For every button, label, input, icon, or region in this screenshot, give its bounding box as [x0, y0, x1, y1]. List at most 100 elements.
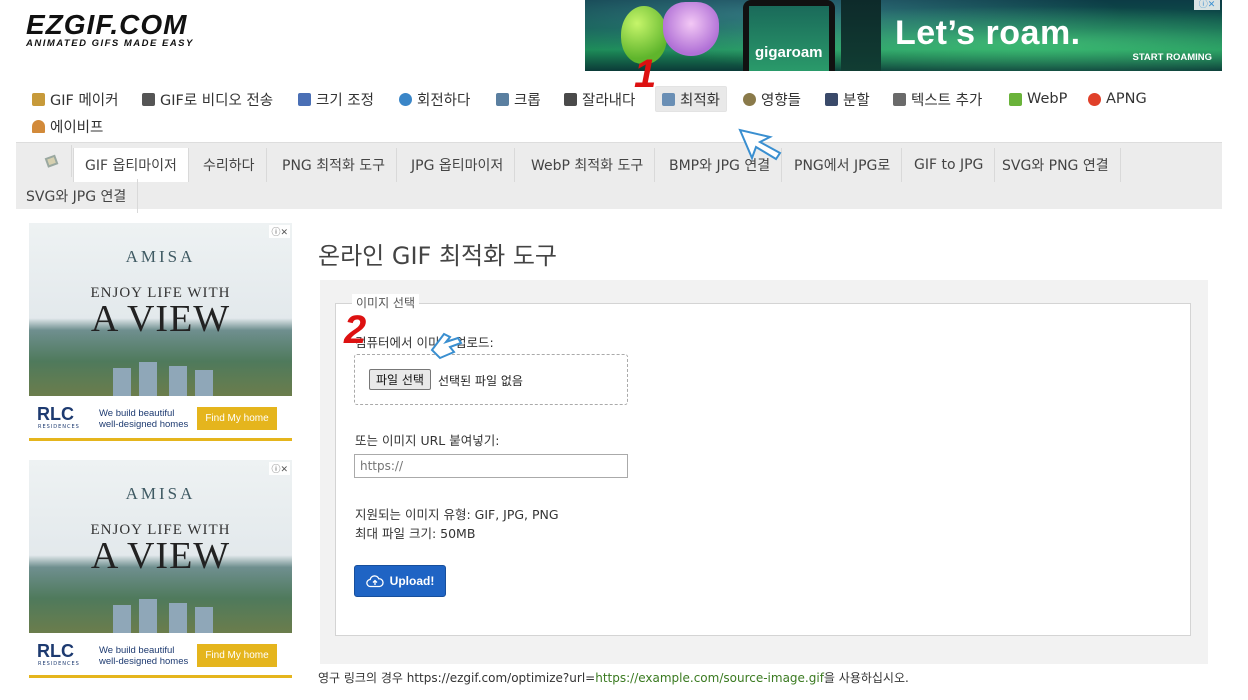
nav-item-label: GIF 메이커 [50, 92, 119, 109]
sub-nav-svg-to-jpg[interactable]: SVG와 JPG 연결 [15, 179, 139, 213]
nav-item-split[interactable]: 분할 [819, 86, 876, 112]
ad-company-sub: RESIDENCES [38, 661, 80, 667]
url-label: 또는 이미지 URL 붙여넣기: [355, 433, 500, 448]
logo-subtitle: ANIMATED GIFS MADE EASY [26, 38, 194, 49]
add-text-icon [893, 92, 906, 106]
ad-tagline: We build beautiful well-designed homes [99, 408, 188, 430]
ad-building [195, 607, 213, 633]
ad-building [195, 370, 213, 396]
resize-icon [298, 92, 311, 106]
nav-item-gif-maker[interactable]: GIF 메이커 [26, 86, 124, 112]
optimize-tool-icon [44, 154, 58, 168]
pink-balloon-image [663, 2, 719, 56]
ad-building [113, 605, 131, 633]
optimize-icon [662, 92, 675, 106]
ad-close-icon[interactable]: ⓘ✕ [269, 462, 290, 475]
ad-find-home-button[interactable]: Find My home [197, 644, 277, 667]
nav-item-label: 크롭 [514, 92, 541, 109]
image-url-input[interactable] [354, 454, 628, 478]
second-phone-image [841, 0, 881, 71]
nav-item-resize[interactable]: 크기 조정 [292, 86, 380, 112]
nav-item-video-to-gif[interactable]: GIF로 비디오 전송 [136, 86, 279, 112]
permalink-example-link[interactable]: https://example.com/source-image.gif [595, 671, 824, 685]
side-ad-top[interactable]: AMISA ENJOY LIFE WITH A VIEW RLC RESIDEN… [29, 223, 292, 443]
ad-building [139, 599, 157, 633]
ad-divider [29, 438, 292, 441]
nav-item-label: 분할 [843, 92, 870, 109]
sub-nav-home[interactable] [32, 145, 72, 177]
ad-tagline: We build beautiful well-designed homes [99, 645, 188, 667]
ad-tagline-2: well-designed homes [99, 419, 189, 430]
upload-button[interactable]: Upload! [354, 565, 446, 597]
ad-cta[interactable]: START ROAMING [1132, 52, 1212, 63]
apng-icon [1088, 92, 1101, 106]
permalink-prefix: 영구 링크의 경우 https://ezgif.com/optimize?url… [318, 671, 596, 685]
ad-building [139, 362, 157, 396]
nav-item-cut[interactable]: 잘라내다 [558, 86, 641, 112]
ad-line2: A VIEW [90, 298, 231, 340]
nav-item-label: 텍스트 추가 [911, 92, 983, 109]
video-to-gif-icon [142, 92, 155, 106]
nav-item-avif[interactable]: 에이비프 [26, 113, 109, 139]
side-ad-bottom[interactable]: AMISA ENJOY LIFE WITH A VIEW RLC RESIDEN… [29, 460, 292, 680]
sub-nav-webp-optimizer[interactable]: WebP 최적화 도구 [520, 148, 656, 182]
nav-item-label: 크기 조정 [316, 92, 374, 109]
permalink-note: 영구 링크의 경우 https://ezgif.com/optimize?url… [318, 669, 909, 686]
sub-nav-jpg-optimizer[interactable]: JPG 옵티마이저 [400, 148, 516, 182]
effects-icon [743, 92, 756, 106]
ad-tagline-2: well-designed homes [99, 656, 189, 667]
nav-item-rotate[interactable]: 회전하다 [393, 86, 476, 112]
nav-item-label: 영향들 [761, 92, 802, 109]
site-logo[interactable]: EZGIF.COM ANIMATED GIFS MADE EASY [26, 9, 194, 50]
step-2-marker: 2 [344, 308, 367, 352]
supported-types-text: 지원되는 이미지 유형: GIF, JPG, PNG [355, 507, 559, 522]
nav-item-webp[interactable]: WebP [1003, 86, 1073, 112]
sub-nav-png-optimizer[interactable]: PNG 최적화 도구 [271, 148, 398, 182]
ad-info-icon[interactable]: ⓘ✕ [1194, 0, 1220, 10]
upload-label: 컴퓨터에서 이미지 업로드: [355, 335, 494, 350]
nav-item-apng[interactable]: APNG [1082, 86, 1153, 112]
ad-find-home-button[interactable]: Find My home [197, 407, 277, 430]
cut-icon [564, 92, 577, 106]
sub-nav-repair[interactable]: 수리하다 [192, 148, 267, 182]
file-status: 선택된 파일 없음 [438, 374, 523, 388]
top-banner-ad[interactable]: gigaroam Let’s roam. START ROAMING ⓘ✕ [585, 0, 1222, 71]
nav-item-optimize[interactable]: 최적화 [655, 86, 728, 112]
ad-building [169, 366, 187, 396]
avif-icon [32, 119, 45, 133]
ad-tagline-1: We build beautiful [99, 645, 175, 656]
ad-building [113, 368, 131, 396]
sub-nav-png-to-jpg[interactable]: PNG에서 JPG로 [783, 148, 903, 182]
split-icon [825, 92, 838, 106]
ad-company-sub: RESIDENCES [38, 424, 80, 430]
ad-tagline-1: We build beautiful [99, 408, 175, 419]
nav-item-effects[interactable]: 영향들 [737, 86, 807, 112]
step-1-marker: 1 [634, 52, 657, 96]
sub-nav-gif-optimizer[interactable]: GIF 옵티마이저 [73, 148, 189, 182]
ad-company-logo: RLC [37, 404, 74, 424]
ad-line2: A VIEW [90, 535, 231, 577]
nav-item-crop[interactable]: 크롭 [490, 86, 547, 112]
upload-button-label: Upload! [389, 574, 435, 588]
ad-close-icon[interactable]: ⓘ✕ [269, 225, 290, 238]
webp-icon [1009, 92, 1022, 106]
gif-maker-icon [32, 92, 45, 106]
ad-brand: AMISA [125, 484, 196, 503]
ad-brand: AMISA [125, 247, 196, 266]
sub-nav-svg-to-png[interactable]: SVG와 PNG 연결 [991, 148, 1121, 182]
cloud-upload-icon [365, 575, 384, 588]
sub-nav: GIF 옵티마이저 수리하다 PNG 최적화 도구 JPG 옵티마이저 WebP… [16, 142, 1222, 213]
max-size-text: 최대 파일 크기: 50MB [355, 526, 476, 541]
ad-building [169, 603, 187, 633]
sub-nav-gif-to-jpg[interactable]: GIF to JPG [903, 148, 996, 182]
choose-file-button[interactable]: 파일 선택 [369, 369, 431, 390]
nav-item-label: WebP [1027, 91, 1068, 107]
nav-item-label: 잘라내다 [582, 92, 636, 109]
nav-item-label: 회전하다 [417, 92, 471, 109]
phone-screen [749, 6, 829, 71]
logo-title: EZGIF.COM [26, 9, 188, 40]
nav-item-label: GIF로 비디오 전송 [160, 92, 274, 109]
nav-item-add-text[interactable]: 텍스트 추가 [887, 86, 988, 112]
ad-company-logo: RLC [37, 641, 74, 661]
page-title: 온라인 GIF 최적화 도구 [318, 242, 558, 270]
